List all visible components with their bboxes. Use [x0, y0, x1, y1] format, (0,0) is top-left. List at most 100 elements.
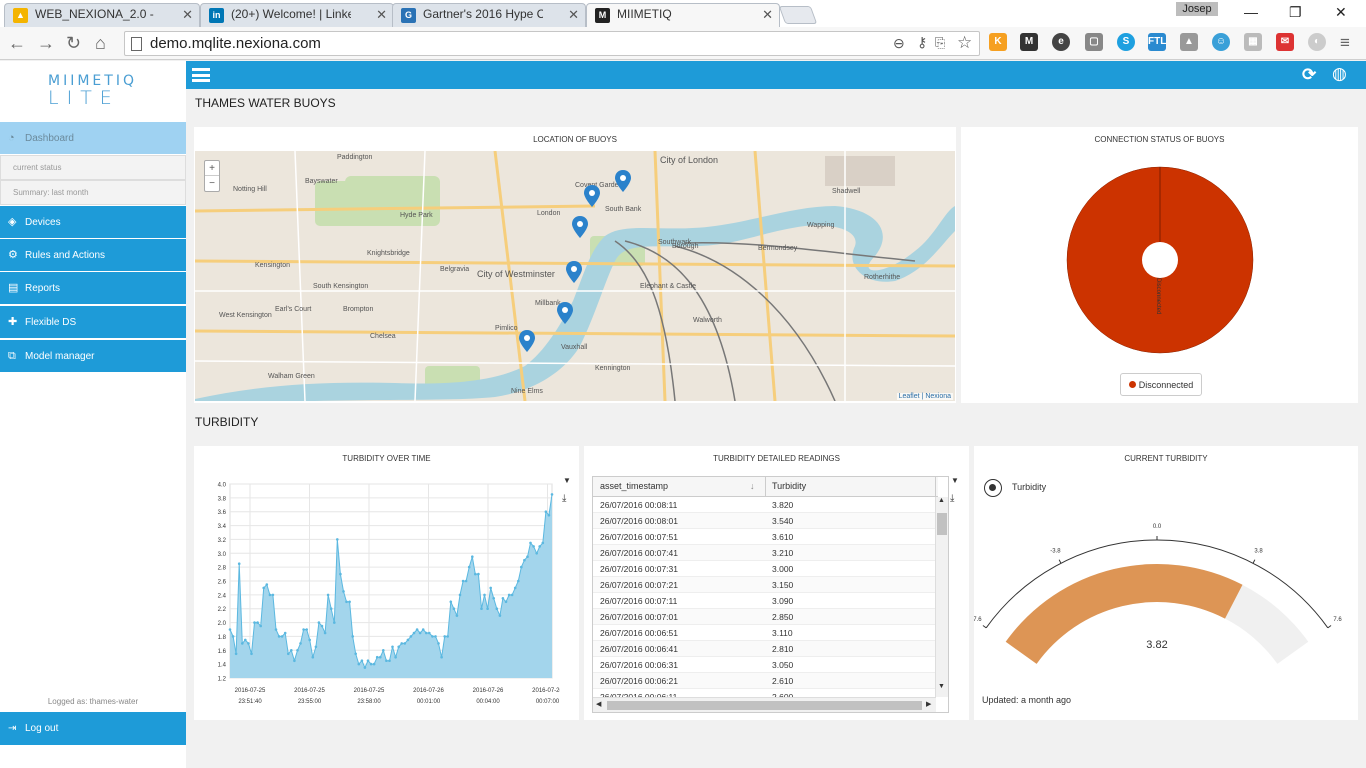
key-icon[interactable]: ⚷: [917, 34, 927, 51]
scroll-up-icon[interactable]: ▲: [938, 497, 945, 504]
table-menu-icon[interactable]: ▼: [951, 476, 959, 485]
gauge-updated-text: Updated: a month ago: [982, 695, 1072, 705]
table-row[interactable]: 26/07/2016 00:07:51 3.610: [593, 529, 936, 545]
chart-menu-icon[interactable]: ▼: [563, 476, 571, 485]
table-row[interactable]: 26/07/2016 00:06:21 2.610: [593, 673, 936, 689]
drive-extension-icon[interactable]: ▲: [1180, 33, 1198, 51]
evernote-extension-icon[interactable]: e: [1052, 33, 1070, 51]
table-row[interactable]: 26/07/2016 00:07:31 3.000: [593, 561, 936, 577]
table-row[interactable]: 26/07/2016 00:08:01 3.540: [593, 513, 936, 529]
gmail-extension-icon[interactable]: M: [1020, 33, 1038, 51]
reload-icon[interactable]: ↻: [66, 33, 81, 54]
home-icon[interactable]: ⌂: [95, 33, 106, 54]
table-row[interactable]: 26/07/2016 00:07:21 3.150: [593, 577, 936, 593]
x-tick-date: 2016-07-26: [532, 688, 560, 694]
sidebar-item-devices[interactable]: ◈ Devices: [0, 205, 186, 238]
scroll-right-icon[interactable]: ▶: [926, 700, 931, 708]
sidebar-item-reports[interactable]: ▤ Reports: [0, 271, 186, 304]
gauge-tick: [982, 625, 987, 629]
linkedin-icon: in: [209, 8, 224, 23]
ftl-extension-icon[interactable]: FTL: [1148, 33, 1166, 51]
leaflet-link[interactable]: Leaflet: [899, 393, 920, 400]
sidebar-subitem-summary[interactable]: Summary: last month: [0, 180, 186, 205]
refresh-icon[interactable]: ⟳: [1302, 65, 1316, 85]
sidebar-item-rules[interactable]: ⚙ Rules and Actions: [0, 238, 186, 271]
data-point: [268, 593, 272, 597]
bookmark-star-icon[interactable]: ☆: [957, 33, 972, 53]
data-point: [366, 659, 370, 662]
map-marker-icon[interactable]: [557, 302, 573, 324]
close-window-icon[interactable]: ✕: [1335, 4, 1347, 21]
table-row[interactable]: 26/07/2016 00:08:11 3.820: [593, 497, 936, 513]
map-place-label: Vauxhall: [561, 344, 588, 351]
pocket-extension-icon[interactable]: ▢: [1085, 33, 1103, 51]
browser-tab-linkedin[interactable]: in (20+) Welcome! | LinkedIn ✕: [200, 3, 394, 27]
browser-tab-gartner[interactable]: G Gartner's 2016 Hype Cycle ✕: [392, 3, 586, 27]
scroll-down-icon[interactable]: ▼: [938, 683, 945, 690]
profile-button[interactable]: Josep: [1176, 2, 1218, 16]
data-point: [507, 593, 511, 597]
grid-extension-icon[interactable]: ▦: [1244, 33, 1262, 51]
zoom-in-button[interactable]: +: [205, 161, 219, 176]
table-row[interactable]: 26/07/2016 00:07:01 2.850: [593, 609, 936, 625]
scroll-thumb[interactable]: [937, 513, 947, 535]
new-tab-button[interactable]: [778, 6, 818, 24]
table-row[interactable]: 26/07/2016 00:06:51 3.110: [593, 625, 936, 641]
hamburger-menu-icon[interactable]: [192, 68, 210, 82]
restore-icon[interactable]: ❐: [1289, 4, 1302, 21]
map-place-label: Paddington: [337, 154, 373, 161]
skype-extension-icon[interactable]: S: [1117, 33, 1135, 51]
back-icon[interactable]: ←: [8, 33, 26, 54]
forward-icon[interactable]: →: [37, 33, 55, 54]
download-icon[interactable]: ⤓: [562, 493, 566, 504]
browser-tab-google-drive[interactable]: ▲ WEB_NEXIONA_2.0 - Goo ✕: [4, 3, 200, 27]
logout-button[interactable]: ⇥ Log out: [0, 712, 186, 745]
table-row[interactable]: 26/07/2016 00:06:41 2.810: [593, 641, 936, 657]
map-marker-icon[interactable]: [584, 185, 600, 207]
scroll-thumb[interactable]: [607, 701, 922, 710]
sidebar-item-dashboard[interactable]: ◔ Dashboard: [0, 121, 186, 154]
scroll-left-icon[interactable]: ◀: [596, 700, 601, 708]
sidebar-item-flexible-ds[interactable]: ✚ Flexible DS: [0, 305, 186, 338]
sidebar-item-model-manager[interactable]: ⧉ Model manager: [0, 339, 186, 372]
sort-desc-icon[interactable]: ↓: [750, 481, 755, 491]
data-point: [544, 510, 548, 513]
column-header-turbidity[interactable]: Turbidity: [772, 481, 806, 491]
x-tick-time: 00:01:00: [417, 699, 441, 705]
table-horizontal-scrollbar[interactable]: ◀ ▶: [593, 697, 936, 712]
table-row[interactable]: 26/07/2016 00:06:31 3.050: [593, 657, 936, 673]
notification-extension-icon[interactable]: ✉: [1276, 33, 1294, 51]
download-icon[interactable]: ⤓: [950, 493, 954, 504]
column-header-timestamp[interactable]: asset_timestamp: [600, 481, 668, 491]
zoom-out-button[interactable]: −: [205, 176, 219, 191]
browser-menu-icon[interactable]: ≡: [1340, 33, 1350, 53]
close-tab-icon[interactable]: ✕: [182, 7, 193, 23]
map-marker-icon[interactable]: [566, 261, 582, 283]
minimize-icon[interactable]: —: [1244, 4, 1258, 20]
table-row[interactable]: 26/07/2016 00:07:41 3.210: [593, 545, 936, 561]
turbidity-section-title: TURBIDITY: [195, 415, 259, 429]
address-bar[interactable]: demo.mqlite.nexiona.com ⊖ ⚷ ⎘ ☆: [124, 31, 980, 56]
map-marker-icon[interactable]: [615, 170, 631, 192]
nexiona-link[interactable]: Nexiona: [925, 393, 951, 400]
buoy-map[interactable]: City of London South Bank London City of We…: [195, 151, 955, 401]
circle-extension-icon[interactable]: ◐: [1308, 33, 1326, 51]
map-marker-icon[interactable]: [519, 330, 535, 352]
map-place-label: Hyde Park: [400, 212, 433, 219]
table-vertical-scrollbar[interactable]: ▲ ▼: [935, 497, 948, 697]
status-legend[interactable]: Disconnected: [1120, 373, 1202, 396]
close-tab-icon[interactable]: ✕: [568, 7, 579, 23]
klout-extension-icon[interactable]: K: [989, 33, 1007, 51]
table-row[interactable]: 26/07/2016 00:07:11 3.090: [593, 593, 936, 609]
zoom-icon[interactable]: ⊖: [893, 35, 905, 52]
close-tab-icon[interactable]: ✕: [376, 7, 387, 23]
ghostery-extension-icon[interactable]: ☺: [1212, 33, 1230, 51]
map-marker-icon[interactable]: [572, 216, 588, 238]
close-tab-icon[interactable]: ✕: [762, 7, 773, 23]
sidebar-subitem-current-status[interactable]: current status: [0, 155, 186, 180]
globe-icon[interactable]: ◍: [1332, 64, 1347, 84]
cell-timestamp: 26/07/2016 00:06:51: [600, 628, 678, 638]
url-text[interactable]: demo.mqlite.nexiona.com: [150, 35, 321, 52]
translate-icon[interactable]: ⎘: [935, 35, 945, 51]
browser-tab-miimetiq[interactable]: M MIIMETIQ ✕: [586, 3, 780, 27]
